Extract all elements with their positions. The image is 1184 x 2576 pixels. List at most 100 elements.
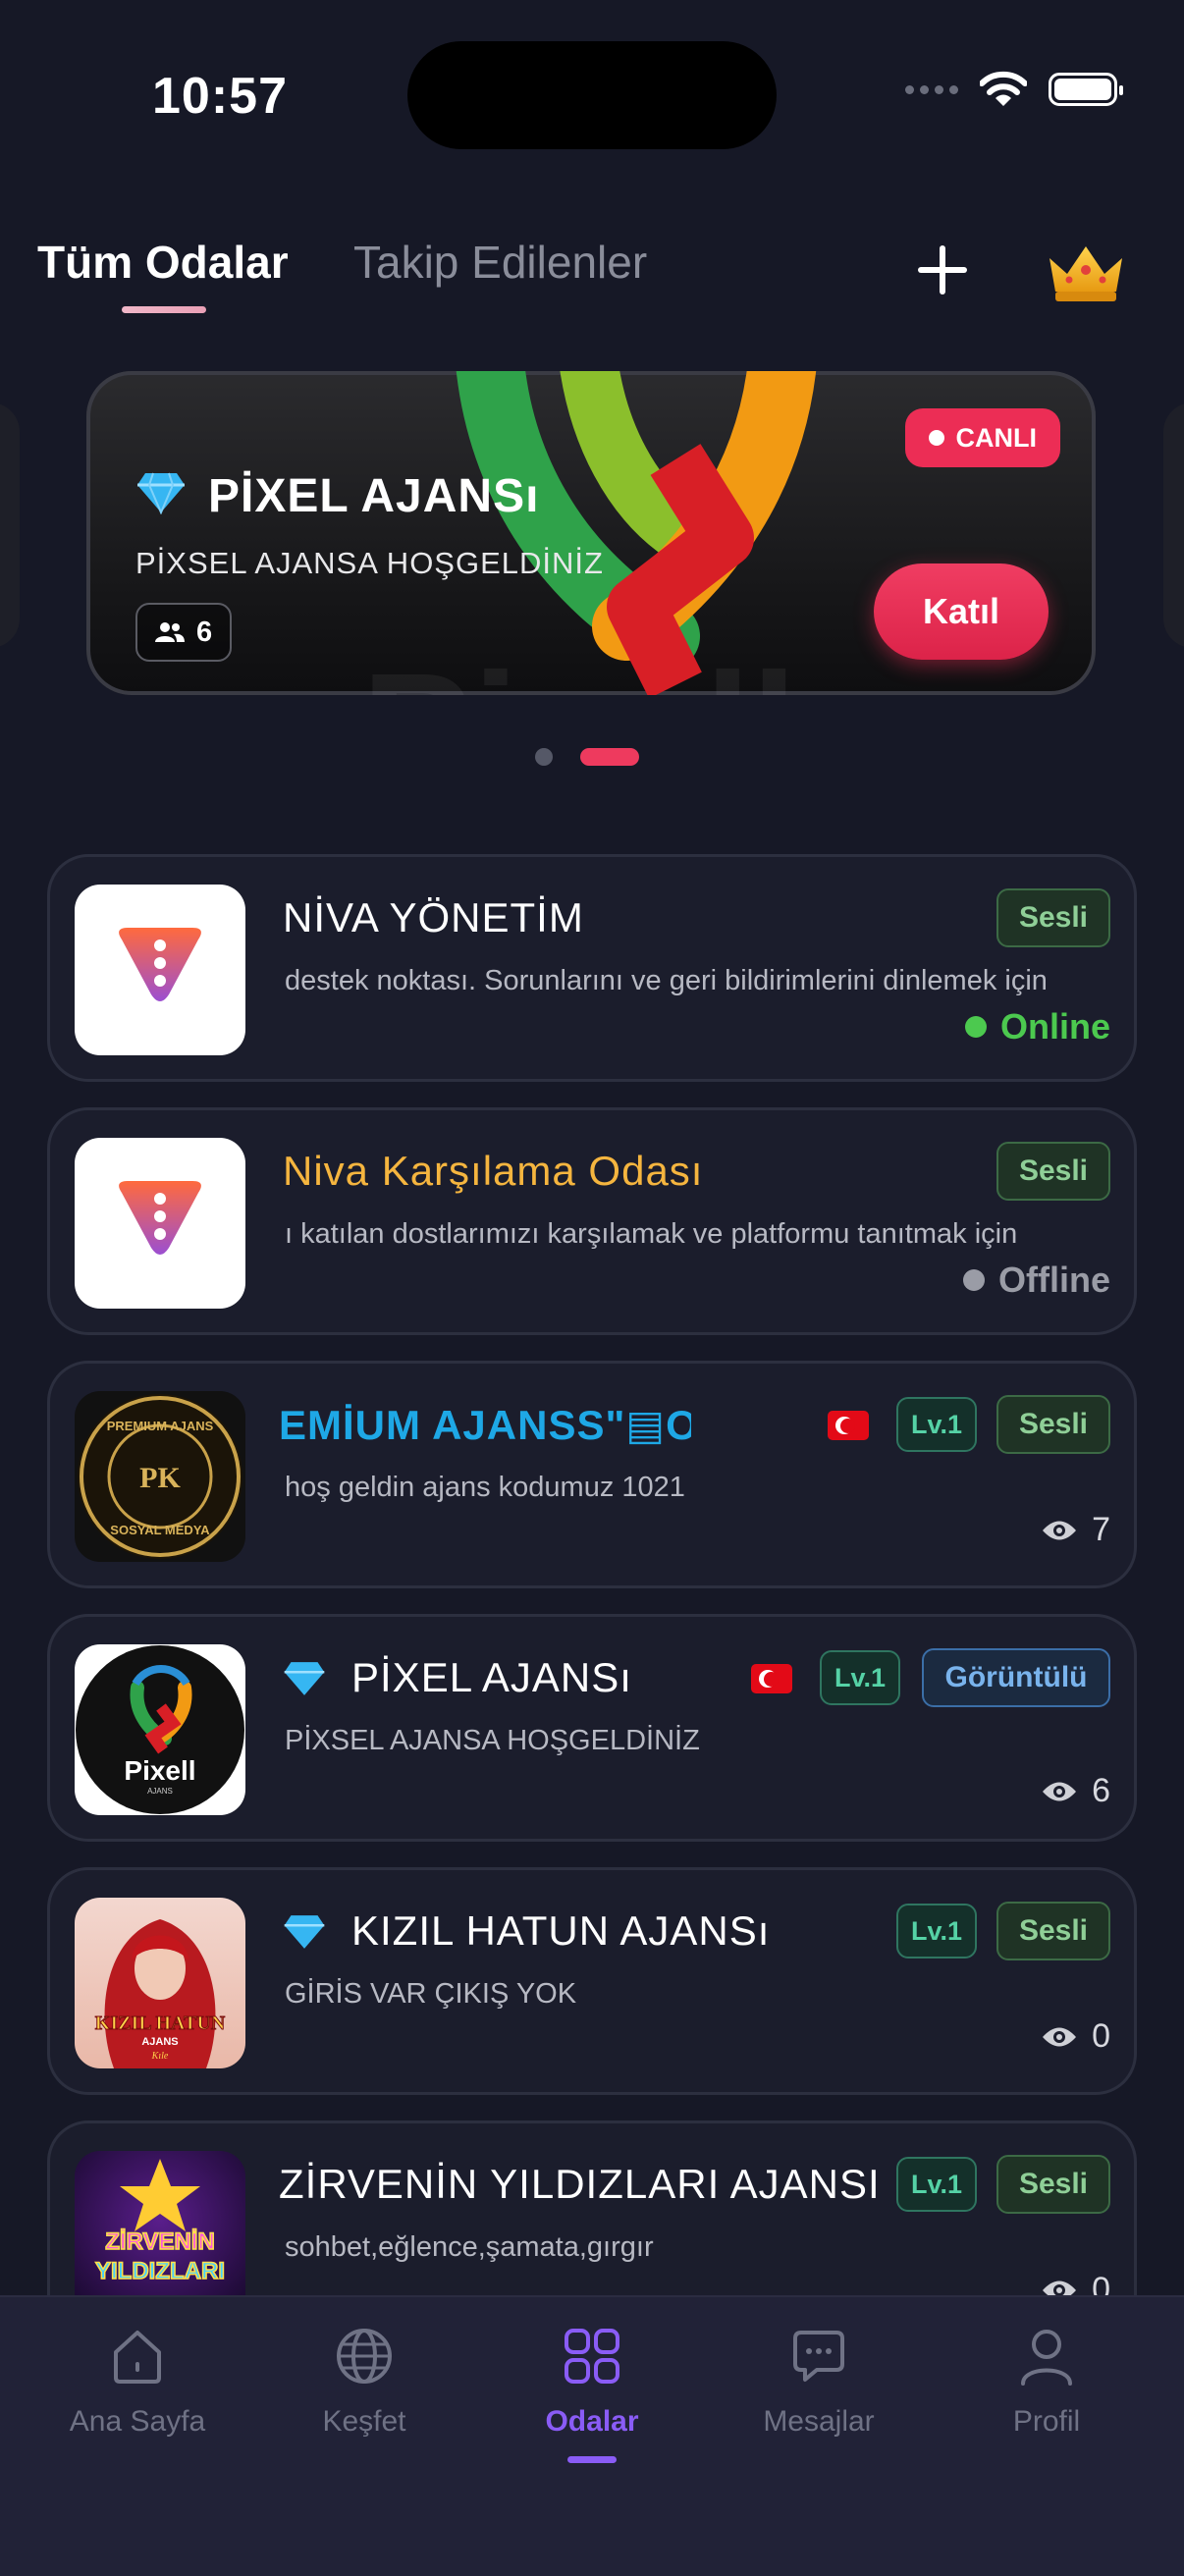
room-description: hoş geldin ajans kodumuz 1021 (285, 1472, 685, 1503)
room-avatar: PREMIUM AJANS PK SOSYAL MEDYA (75, 1391, 245, 1562)
viewer-count: 6 (1041, 1772, 1110, 1810)
nav-item-home[interactable]: Ana Sayfa (39, 2325, 236, 2439)
room-card[interactable]: KIZIL HATUN AJANS Kıle KIZIL HATUN AJANS… (47, 1867, 1137, 2095)
svg-text:KIZIL HATUN: KIZIL HATUN (95, 2012, 226, 2034)
room-card[interactable]: PREMIUM AJANS PK SOSYAL MEDYA EMİUM AJAN… (47, 1361, 1137, 1588)
featured-room-subtitle: PİXSEL AJANSA HOŞGELDİNİZ (135, 546, 604, 580)
room-name: ZİRVENİN YILDIZLARI AJANSI (279, 2161, 880, 2207)
room-type-badge: Sesli (996, 1395, 1110, 1454)
page-dot[interactable] (535, 748, 553, 766)
room-description: PİXSEL AJANSA HOŞGELDİNİZ (285, 1725, 700, 1756)
svg-text:AJANS: AJANS (147, 1787, 173, 1796)
user-icon (1021, 2330, 1072, 2386)
room-name: Niva Karşılama Odası (283, 1148, 704, 1194)
room-description: ı katılan dostlarımızı karşılamak ve pla… (285, 1218, 1018, 1250)
nav-label: Ana Sayfa (69, 2405, 206, 2438)
join-button[interactable]: Katıl (874, 564, 1049, 660)
svg-text:Pixell: Pixell (124, 1755, 195, 1786)
people-icon (155, 622, 185, 642)
tab-following[interactable]: Takip Edilenler (353, 236, 647, 289)
nav-label: Profil (1012, 2405, 1081, 2438)
grid-icon (565, 2329, 619, 2384)
active-nav-indicator (567, 2456, 617, 2463)
status-time: 10:57 (152, 68, 288, 125)
pixell-logo: Pixell AJANS (76, 1645, 244, 1814)
carousel-card-previous[interactable] (0, 402, 20, 648)
room-avatar: KIZIL HATUN AJANS Kıle (75, 1898, 245, 2068)
eye-icon (1043, 1521, 1077, 1539)
wifi-icon (980, 71, 1027, 106)
svg-text:SOSYAL MEDYA: SOSYAL MEDYA (110, 1523, 210, 1537)
room-name: KIZIL HATUN AJANSı (351, 1907, 771, 1954)
svg-text:AJANS: AJANS (141, 2036, 178, 2048)
room-type-badge: Sesli (996, 1142, 1110, 1201)
premium-ajans-logo: PREMIUM AJANS PK SOSYAL MEDYA (78, 1394, 242, 1559)
room-type-badge: Görüntülü (922, 1648, 1110, 1707)
nav-item-rooms[interactable]: Odalar (494, 2325, 690, 2439)
nav-label: Odalar (545, 2405, 639, 2438)
room-type-badge: Sesli (996, 2155, 1110, 2214)
member-count-badge: 6 (135, 603, 233, 662)
globe-icon (337, 2329, 392, 2384)
room-name: EMİUM AJANSS"▤O▤ж (279, 1402, 691, 1448)
nav-item-explore[interactable]: Keşfet (266, 2325, 462, 2439)
background-watermark: Pixell (361, 636, 797, 695)
room-card[interactable]: NİVA YÖNETİM Sesli destek noktası. Sorun… (47, 854, 1137, 1082)
battery-icon (1049, 73, 1123, 106)
tab-all-rooms[interactable]: Tüm Odalar (37, 236, 289, 289)
featured-room-title: PİXEL AJANSı (208, 470, 540, 522)
svg-text:YILDIZLARI: YILDIZLARI (95, 2258, 225, 2284)
svg-text:ZİRVENİN: ZİRVENİN (105, 2228, 215, 2255)
status-icons (905, 71, 1123, 108)
featured-room-card[interactable]: Pixell CANLI PİXEL AJANSı PİXSEL AJANSA … (86, 371, 1096, 695)
room-card[interactable]: Pixell AJANS PİXEL AJANSı Lv.1 Görüntülü… (47, 1614, 1137, 1842)
dynamic-island (407, 41, 777, 149)
niva-logo-icon (119, 1181, 201, 1255)
active-tab-indicator (122, 306, 206, 313)
home-icon (114, 2331, 161, 2384)
svg-text:PREMIUM AJANS: PREMIUM AJANS (107, 1419, 214, 1433)
room-description: destek noktası. Sorunlarını ve geri bild… (285, 965, 1048, 996)
nav-label: Mesajlar (763, 2405, 875, 2438)
viewer-count: 0 (1041, 2017, 1110, 2056)
online-dot-icon (964, 1016, 987, 1038)
live-badge: CANLI (904, 408, 1060, 467)
room-card[interactable]: Niva Karşılama Odası Sesli ı katılan dos… (47, 1107, 1137, 1335)
room-level-badge: Lv.1 (896, 1904, 977, 1959)
room-level-badge: Lv.1 (820, 1650, 900, 1705)
carousel-card-next[interactable] (1163, 402, 1184, 648)
kizil-hatun-logo: KIZIL HATUN AJANS Kıle (94, 1919, 226, 2068)
diamond-icon (284, 1662, 325, 1695)
room-name: NİVA YÖNETİM (283, 894, 584, 940)
svg-text:PK: PK (139, 1462, 181, 1494)
cellular-signal-icon (905, 84, 958, 94)
eye-icon (1043, 2027, 1077, 2046)
room-description: GİRİS VAR ÇIKIŞ YOK (285, 1978, 577, 2010)
room-level-badge: Lv.1 (896, 2157, 977, 2212)
viewer-count: 7 (1041, 1511, 1110, 1549)
room-avatar (75, 1138, 245, 1309)
nav-label: Keşfet (322, 2405, 406, 2438)
room-level-badge: Lv.1 (896, 1397, 977, 1452)
page-dot-active[interactable] (580, 748, 639, 766)
room-description: sohbet,eğlence,şamata,gırgır (285, 2231, 654, 2263)
offline-dot-icon (963, 1269, 985, 1291)
room-avatar: Pixell AJANS (75, 1644, 245, 1815)
room-type-badge: Sesli (996, 888, 1110, 947)
chat-bubble-icon (793, 2331, 844, 2382)
room-status: Offline (963, 1260, 1110, 1301)
crown-icon[interactable] (1046, 241, 1126, 305)
room-avatar (75, 885, 245, 1055)
room-name: PİXEL AJANSı (351, 1654, 632, 1700)
room-type-badge: Sesli (996, 1902, 1110, 1960)
nav-item-messages[interactable]: Mesajlar (721, 2325, 917, 2439)
svg-text:Kıle: Kıle (151, 2051, 169, 2062)
niva-logo-icon (119, 928, 201, 1001)
bottom-navigation: Ana Sayfa Keşfet Odalar Mesajlar Profil (0, 2295, 1184, 2576)
diamond-icon (284, 1915, 325, 1949)
add-room-button[interactable] (913, 241, 972, 299)
carousel-pagination (535, 748, 639, 766)
nav-item-profile[interactable]: Profil (948, 2325, 1145, 2439)
eye-icon (1043, 1782, 1077, 1800)
turkey-flag-icon (828, 1411, 869, 1440)
